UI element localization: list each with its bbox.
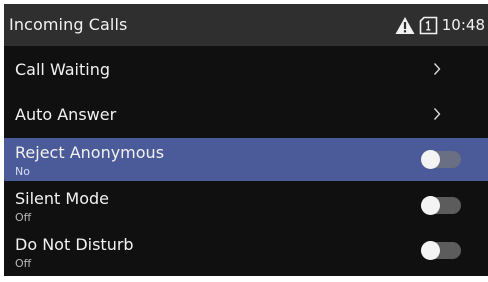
status-bar: 10:48 — [395, 14, 485, 36]
page-title: Incoming Calls — [9, 15, 128, 34]
reject-anonymous-toggle[interactable] — [421, 150, 461, 169]
menu-item-label: Call Waiting — [15, 60, 111, 79]
do-not-disturb-toggle[interactable] — [421, 241, 461, 260]
silent-mode-toggle[interactable] — [421, 196, 461, 215]
menu-item-value: Off — [15, 257, 32, 270]
phone-screen: Incoming Calls 10:48 Call Waiting Auto A… — [4, 4, 488, 276]
menu-item-call-waiting[interactable]: Call Waiting — [4, 46, 488, 92]
toggle-knob — [421, 241, 440, 260]
menu-item-value: No — [15, 165, 30, 178]
menu-item-do-not-disturb[interactable]: Do Not Disturb Off — [4, 230, 488, 276]
chevron-right-icon — [433, 63, 441, 75]
menu-item-silent-mode[interactable]: Silent Mode Off — [4, 184, 488, 229]
toggle-knob — [421, 196, 440, 215]
menu-item-label: Reject Anonymous — [15, 143, 165, 162]
menu-item-auto-answer[interactable]: Auto Answer — [4, 92, 488, 137]
warning-icon — [395, 16, 415, 34]
menu-item-label: Silent Mode — [15, 189, 109, 208]
sim-card-icon — [419, 16, 438, 34]
chevron-right-icon — [433, 108, 441, 120]
menu-item-reject-anonymous[interactable]: Reject Anonymous No — [4, 138, 488, 181]
clock: 10:48 — [441, 16, 485, 34]
menu-item-label: Do Not Disturb — [15, 235, 134, 254]
menu-item-value: Off — [15, 211, 32, 224]
menu-item-label: Auto Answer — [15, 105, 117, 124]
title-bar: Incoming Calls 10:48 — [4, 4, 488, 46]
toggle-knob — [421, 150, 440, 169]
